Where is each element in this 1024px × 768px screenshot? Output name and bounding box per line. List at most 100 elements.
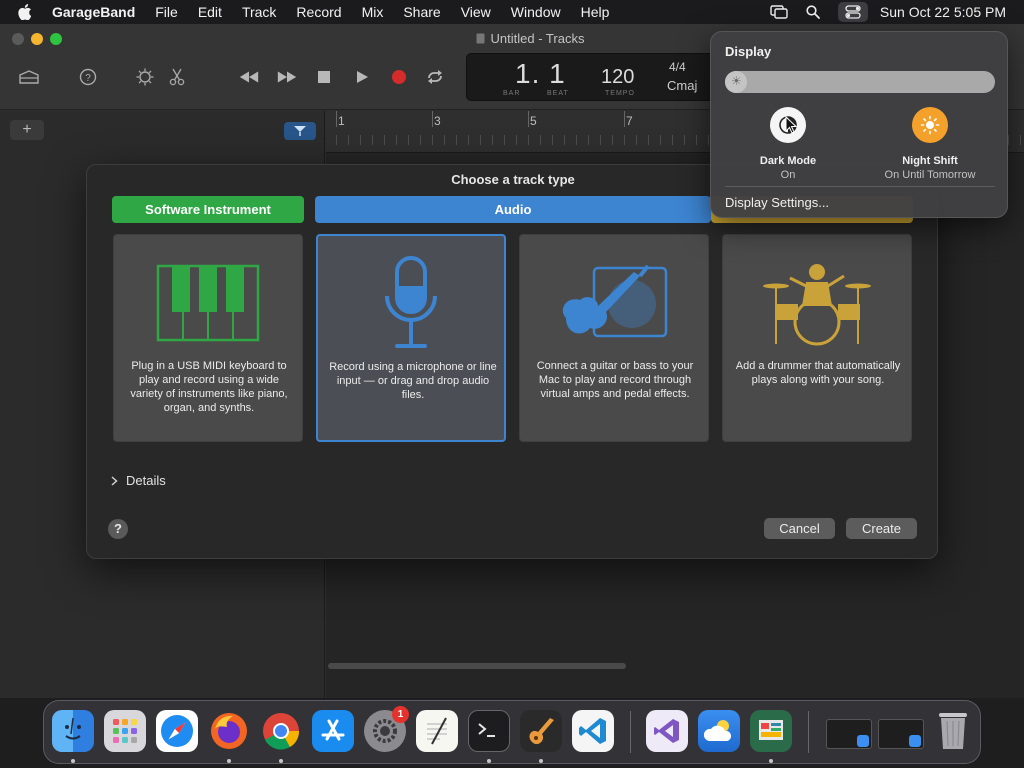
ruler-minor-tick [420, 135, 421, 145]
window-thumb-1[interactable] [826, 719, 872, 749]
app-store-icon[interactable] [312, 710, 354, 752]
spotlight-search-icon[interactable] [806, 5, 820, 19]
visual-studio-icon[interactable] [646, 710, 688, 752]
guitar-amp-icon [520, 253, 708, 353]
card-software-instrument[interactable]: Plug in a USB MIDI keyboard to play and … [113, 234, 303, 442]
dock: 1 [43, 700, 981, 764]
running-indicator [539, 759, 543, 763]
tab-software-instrument[interactable]: Software Instrument [112, 196, 304, 223]
card-audio[interactable]: Record using a microphone or line input … [316, 234, 506, 442]
display-header: Display [725, 44, 772, 59]
menu-help[interactable]: Help [571, 0, 620, 24]
ruler-minor-tick [516, 135, 517, 145]
lcd-key: Cmaj [667, 78, 698, 93]
night-shift-status: On Until Tomorrow [884, 169, 976, 181]
garageband-icon[interactable] [520, 710, 562, 752]
menu-edit[interactable]: Edit [188, 0, 232, 24]
ruler-minor-tick [672, 135, 673, 145]
stop-icon[interactable] [313, 66, 335, 88]
running-indicator [71, 759, 75, 763]
menu-view[interactable]: View [451, 0, 501, 24]
ruler-label-5: 5 [530, 114, 537, 128]
night-shift-toggle[interactable]: Night Shift On Until Tomorrow [870, 107, 990, 181]
running-indicator [227, 759, 231, 763]
display-settings-link[interactable]: Display Settings... [725, 195, 829, 210]
microphone-icon [318, 254, 504, 354]
menu-clock[interactable]: Sun Oct 22 5:05 PM [880, 4, 1006, 20]
weather-icon[interactable] [698, 710, 740, 752]
mouse-cursor-icon [785, 115, 798, 139]
ruler-tick [336, 111, 337, 127]
record-icon[interactable] [388, 66, 410, 88]
chrome-icon[interactable] [260, 710, 302, 752]
apple-menu-icon[interactable] [18, 4, 38, 20]
running-indicator [487, 759, 491, 763]
card-guitar-or-bass[interactable]: Connect a guitar or bass to your Mac to … [519, 234, 709, 442]
screen: GarageBand File Edit Track Record Mix Sh… [0, 0, 1024, 768]
menu-record[interactable]: Record [286, 0, 351, 24]
ruler-minor-tick [696, 135, 697, 145]
terminal-icon[interactable] [468, 710, 510, 752]
lcd-display[interactable]: 1. 1 BAR BEAT 120 TEMPO 4/4 Cmaj [466, 53, 716, 101]
finder-icon[interactable] [52, 710, 94, 752]
vscode-icon[interactable] [572, 710, 614, 752]
dark-mode-title: Dark Mode [759, 155, 817, 167]
lcd-time-signature: 4/4 [669, 60, 686, 74]
library-icon[interactable] [18, 66, 40, 88]
ruler-minor-tick [396, 135, 397, 145]
trash-icon[interactable] [932, 710, 974, 752]
menu-file[interactable]: File [145, 0, 188, 24]
menu-mix[interactable]: Mix [352, 0, 394, 24]
play-icon[interactable] [351, 66, 373, 88]
details-label: Details [126, 473, 166, 488]
card-description: Plug in a USB MIDI keyboard to play and … [130, 360, 288, 414]
quick-help-icon[interactable]: ? [77, 66, 99, 88]
display-control-panel: Display ☀ Dark Mode On Night Shift On Un… [710, 31, 1008, 218]
lcd-bar-label: BAR [503, 90, 521, 97]
dark-mode-status: On [780, 169, 796, 181]
control-center-icon[interactable] [837, 2, 868, 22]
help-button[interactable]: ? [108, 519, 128, 539]
menu-app-name[interactable]: GarageBand [52, 0, 145, 24]
cycle-icon[interactable] [424, 66, 446, 88]
textedit-icon[interactable] [416, 710, 458, 752]
close-window-button[interactable] [12, 33, 24, 45]
running-indicator [769, 759, 773, 763]
activity-icon[interactable] [750, 710, 792, 752]
dock-separator [630, 711, 631, 753]
launchpad-icon[interactable] [104, 710, 146, 752]
rewind-icon[interactable] [238, 66, 260, 88]
brightness-slider[interactable]: ☀ [725, 71, 995, 93]
menu-share[interactable]: Share [393, 0, 450, 24]
ruler-minor-tick [1020, 135, 1021, 145]
card-description: Add a drummer that automatically plays a… [735, 360, 901, 386]
window-thumb-2[interactable] [878, 719, 924, 749]
zoom-window-button[interactable] [50, 33, 62, 45]
smart-tempo-button[interactable] [284, 122, 316, 140]
add-track-button[interactable]: + [10, 120, 44, 140]
smart-controls-icon[interactable] [134, 66, 156, 88]
card-drummer[interactable]: Add a drummer that automatically plays a… [722, 234, 912, 442]
ruler-tick [624, 111, 625, 127]
create-button[interactable]: Create [846, 518, 917, 539]
cancel-button[interactable]: Cancel [764, 518, 835, 539]
safari-icon[interactable] [156, 710, 198, 752]
screen-mirroring-icon[interactable] [770, 5, 788, 19]
horizontal-scrollbar[interactable] [328, 663, 626, 669]
tab-audio[interactable]: Audio [315, 196, 711, 223]
ruler-minor-tick [648, 135, 649, 145]
firefox-icon[interactable] [208, 710, 250, 752]
drummer-icon [723, 253, 911, 353]
menu-window[interactable]: Window [501, 0, 571, 24]
ruler-minor-tick [588, 135, 589, 145]
menu-extras: Sun Oct 22 5:05 PM [770, 0, 1024, 24]
ruler-minor-tick [600, 135, 601, 145]
minimize-window-button[interactable] [31, 33, 43, 45]
details-disclosure[interactable]: Details [111, 473, 166, 488]
editors-scissors-icon[interactable] [166, 66, 188, 88]
fast-forward-icon[interactable] [276, 66, 298, 88]
menu-bar: GarageBand File Edit Track Record Mix Sh… [0, 0, 1024, 24]
menu-track[interactable]: Track [232, 0, 286, 24]
keyboard-icon [114, 253, 302, 353]
svg-text:?: ? [85, 73, 91, 84]
